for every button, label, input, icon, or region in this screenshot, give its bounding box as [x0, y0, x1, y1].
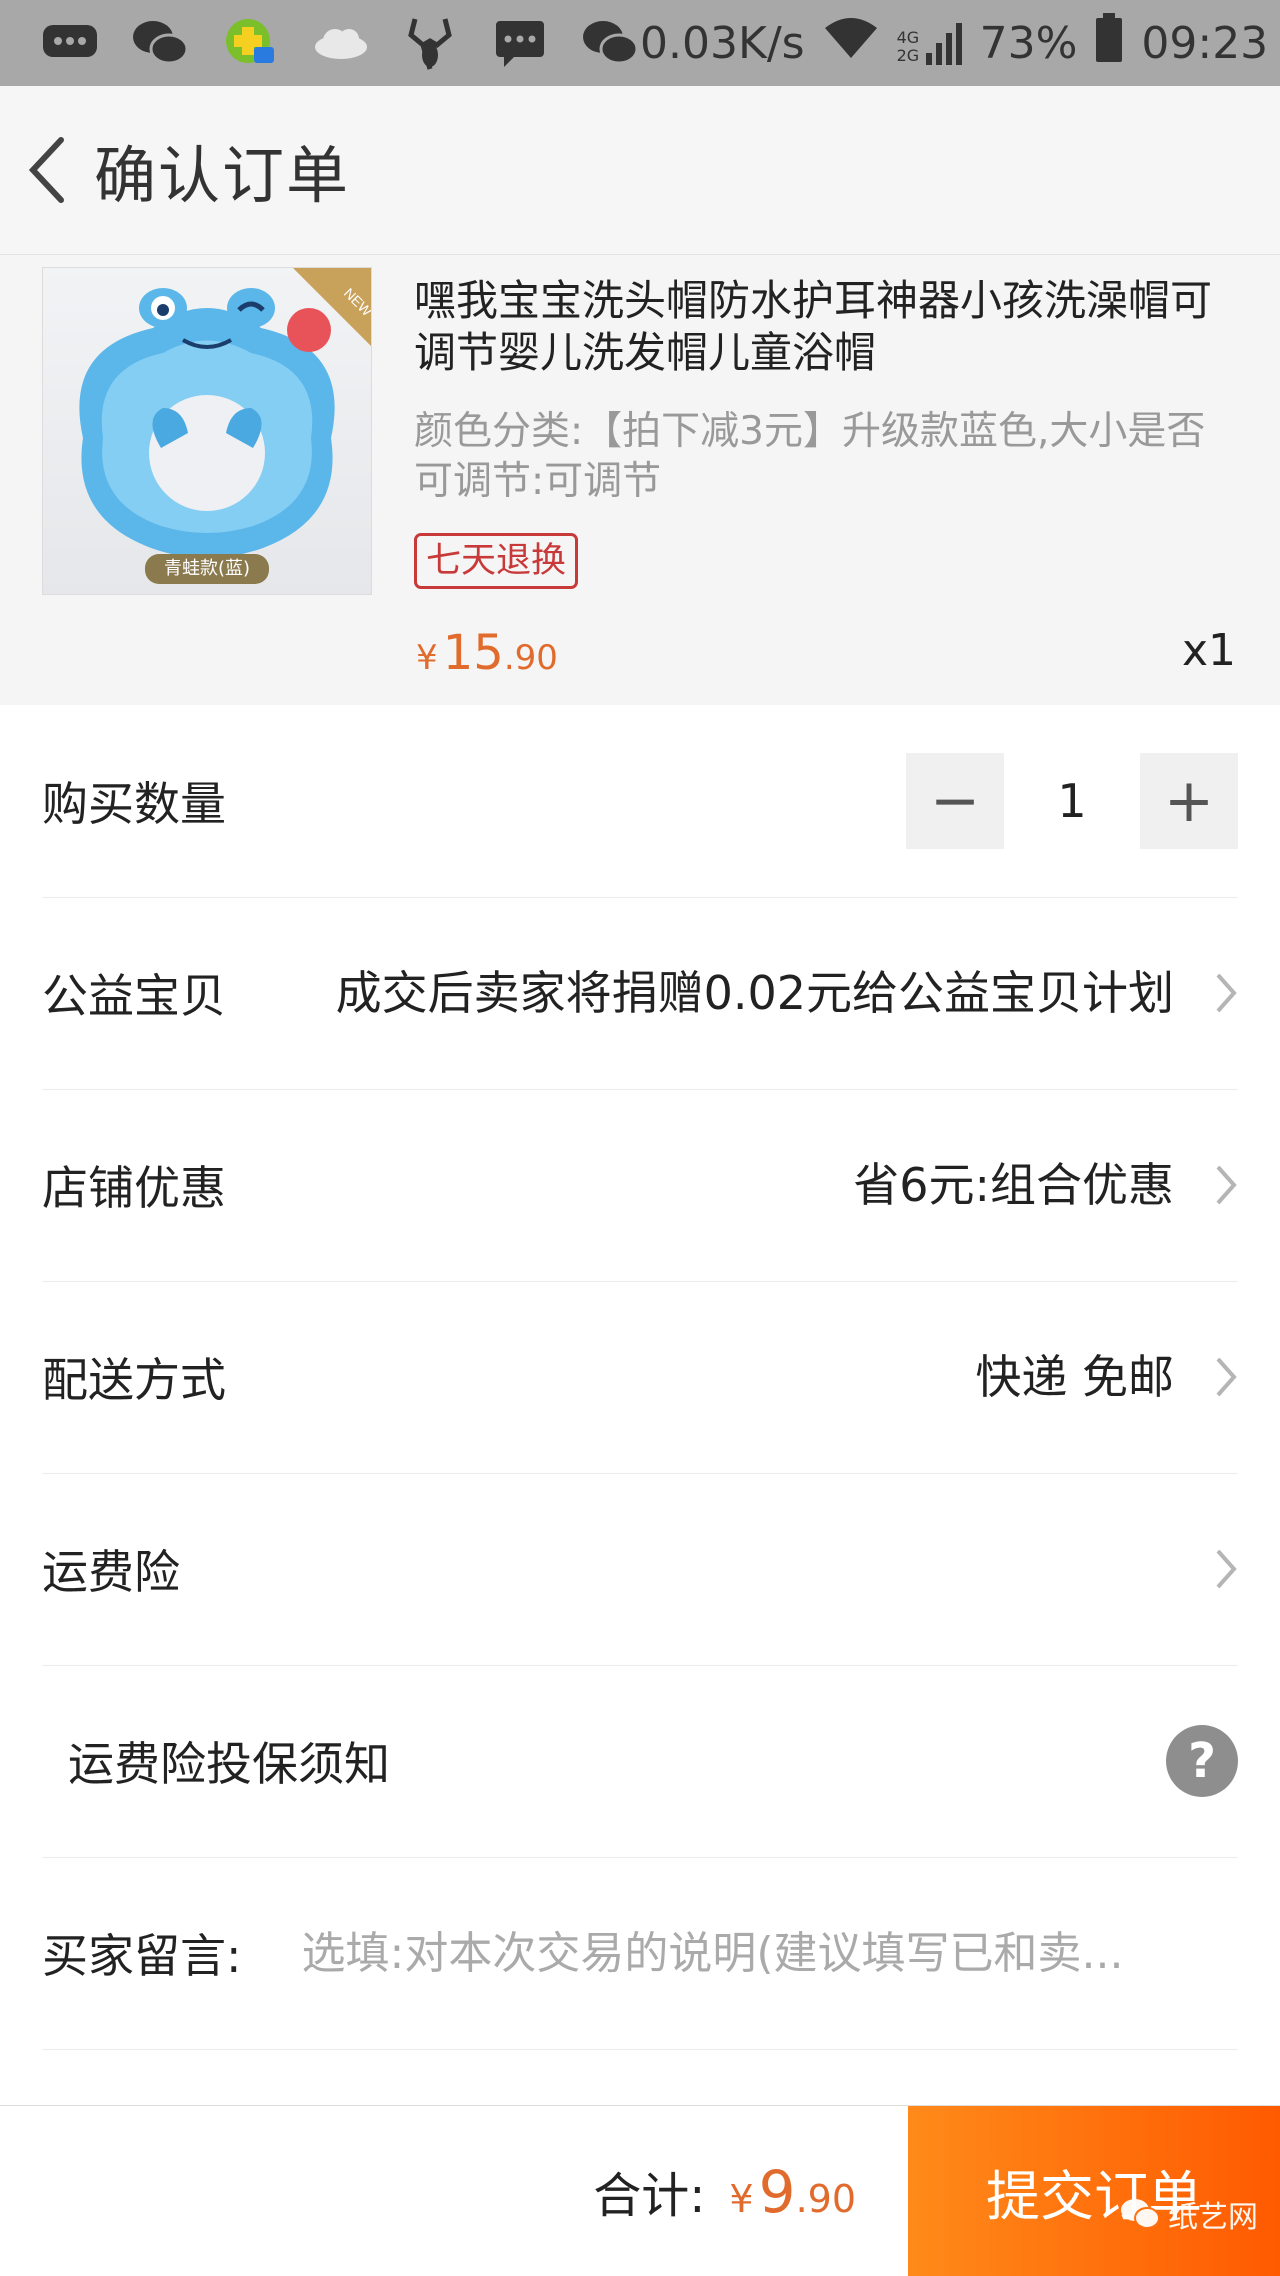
- increase-button[interactable]: +: [1140, 753, 1238, 849]
- return-policy-badge: 七天退换: [414, 533, 579, 589]
- product-image[interactable]: NEW 青蛙款(蓝): [42, 267, 372, 595]
- wechat-icon: [1121, 2199, 1160, 2229]
- price-symbol: ¥: [416, 638, 438, 678]
- cloud-icon: [310, 18, 370, 68]
- qq-mail-icon: [220, 18, 280, 68]
- page-title: 确认订单: [94, 139, 351, 212]
- chevron-right-icon: [1190, 1539, 1238, 1599]
- total-decimal: .90: [795, 2177, 856, 2221]
- system-status: 0.03K/s 4G 2G 73% 09:23: [640, 12, 1280, 74]
- wechat-icon: [580, 18, 640, 68]
- store-discount-value: 省6元:组合优惠: [853, 1158, 1174, 1212]
- price-decimal: .90: [503, 638, 558, 678]
- sms-icon: [490, 18, 550, 68]
- buyer-message-row: 买家留言:: [42, 1857, 1238, 2050]
- signal-icon: 4G 2G: [897, 21, 962, 65]
- clock: 09:23: [1141, 17, 1269, 69]
- product-price: ¥ 15.90: [416, 625, 558, 681]
- network-speed: 0.03K/s: [640, 17, 805, 69]
- shipping-insurance-row[interactable]: 运费险: [42, 1473, 1238, 1666]
- product-title[interactable]: 嘿我宝宝洗头帽防水护耳神器小孩洗澡帽可调节婴儿洗发帽儿童浴帽: [414, 275, 1234, 379]
- quantity-stepper: − 1 +: [906, 753, 1238, 849]
- status-bar: 0.03K/s 4G 2G 73% 09:23: [0, 0, 1280, 86]
- notification-icons: [0, 18, 640, 70]
- shipping-insurance-label: 运费险: [42, 1545, 180, 1599]
- network-type: 4G 2G: [896, 28, 920, 65]
- order-total: 合计: ¥ 9.90: [593, 2156, 856, 2226]
- total-integer: 9: [758, 2158, 796, 2226]
- checkout-bar: 合计: ¥ 9.90 提交订单 纸艺网: [0, 2105, 1280, 2276]
- quantity-value[interactable]: 1: [1004, 774, 1140, 828]
- buyer-message-input[interactable]: [299, 1926, 1238, 1980]
- chevron-right-icon: [1190, 1155, 1238, 1215]
- insurance-notice-label: 运费险投保须知: [68, 1737, 390, 1791]
- charity-label: 公益宝贝: [42, 969, 226, 1023]
- back-arrow-icon: [28, 137, 64, 203]
- chevron-right-icon: [1190, 963, 1238, 1023]
- chevron-right-icon: [1190, 1347, 1238, 1407]
- total-price: ¥ 9.90: [729, 2158, 856, 2226]
- battery-icon: [1095, 12, 1123, 74]
- delivery-value: 快递 免邮: [975, 1350, 1174, 1404]
- total-symbol: ¥: [729, 2177, 754, 2221]
- total-label: 合计:: [593, 2168, 706, 2224]
- watermark: 纸艺网: [1120, 2192, 1258, 2236]
- buyer-message-label: 买家留言:: [42, 1929, 242, 1983]
- message-icon: [40, 18, 100, 68]
- submit-order-button[interactable]: 提交订单 纸艺网: [908, 2106, 1280, 2276]
- price-integer: 15: [442, 625, 504, 681]
- help-icon[interactable]: ?: [1166, 1725, 1238, 1797]
- wifi-icon: [823, 16, 879, 71]
- delivery-label: 配送方式: [42, 1353, 226, 1407]
- product-card: NEW 青蛙款(蓝) 嘿我宝宝洗头帽防水护耳神器小孩洗澡帽可调节婴儿洗发帽儿童浴…: [0, 255, 1280, 705]
- watermark-text: 纸艺网: [1168, 2200, 1258, 2235]
- charity-value: 成交后卖家将捐赠0.02元给公益宝贝计划: [335, 966, 1174, 1020]
- charity-row[interactable]: 公益宝贝 成交后卖家将捐赠0.02元给公益宝贝计划: [42, 897, 1238, 1090]
- wechat-icon: [130, 18, 190, 68]
- store-discount-row[interactable]: 店铺优惠 省6元:组合优惠: [42, 1089, 1238, 1282]
- product-quantity: x1: [1181, 625, 1236, 676]
- insurance-notice-row[interactable]: 运费险投保须知 ?: [42, 1665, 1238, 1858]
- quantity-row: 购买数量 − 1 +: [42, 705, 1238, 898]
- delivery-row[interactable]: 配送方式 快递 免邮: [42, 1281, 1238, 1474]
- deer-icon: [400, 18, 460, 70]
- store-discount-label: 店铺优惠: [42, 1161, 226, 1215]
- product-spec: 颜色分类:【拍下减3元】升级款蓝色,大小是否可调节:可调节: [414, 409, 1206, 504]
- decrease-button[interactable]: −: [906, 753, 1004, 849]
- image-label: 青蛙款(蓝): [163, 558, 251, 579]
- app-header: 确认订单: [0, 86, 1280, 255]
- quantity-label: 购买数量: [42, 777, 226, 831]
- battery-percent: 73%: [979, 17, 1078, 69]
- back-button[interactable]: [12, 120, 82, 220]
